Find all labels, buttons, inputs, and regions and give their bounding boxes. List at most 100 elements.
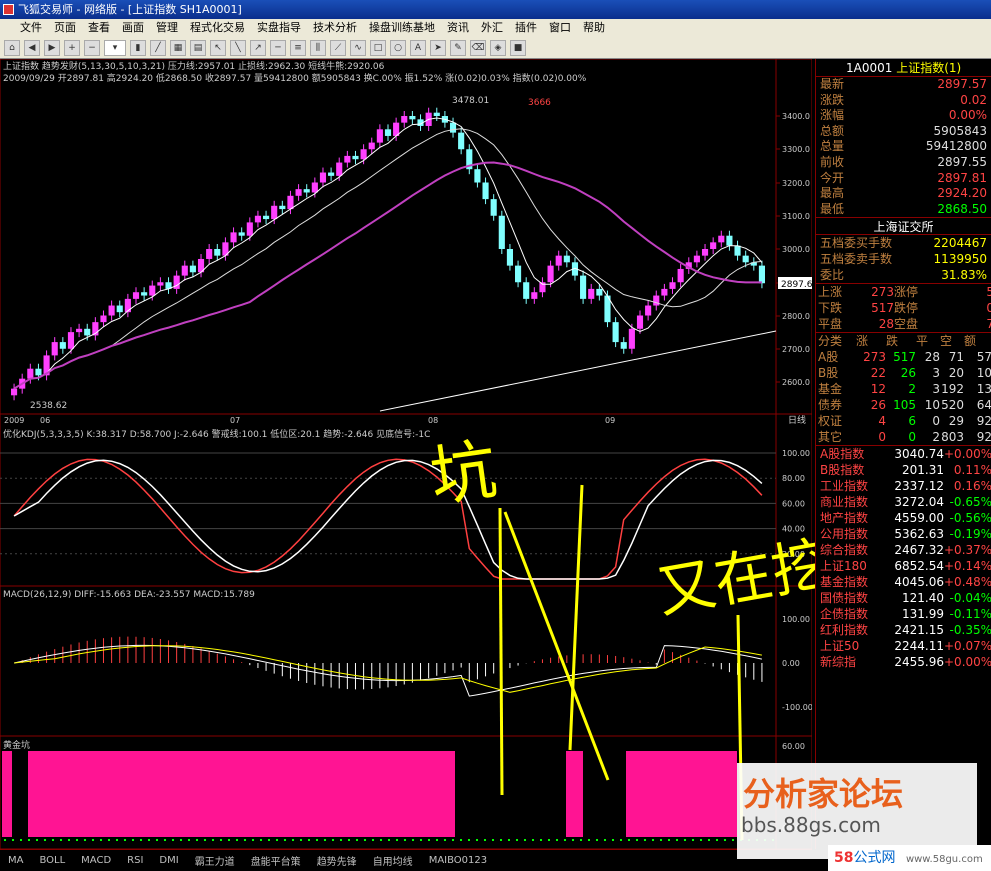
index-row[interactable]: 国债指数 121.40 -0.04% [816,590,991,606]
text-icon[interactable]: A [410,39,426,56]
table-cell: 基金 [818,382,843,397]
table-cell: 520 [941,398,964,413]
index-row[interactable]: B股指数 201.31 0.11% [816,462,991,478]
index-row[interactable]: 新综指 2455.96 +0.00% [816,654,991,670]
tab-dmi[interactable]: DMI [151,855,186,866]
color-icon[interactable]: ◈ [490,39,506,56]
index-row[interactable]: 企债指数 131.99 -0.11% [816,606,991,622]
circle-icon[interactable]: ○ [390,39,406,56]
index-row[interactable]: 地产指数 4559.00 -0.56% [816,510,991,526]
gold-dot [532,839,534,841]
candle-icon[interactable]: ▮ [130,39,146,56]
pen-icon[interactable]: ✎ [450,39,466,56]
table-cell: 92 [976,414,991,429]
index-row[interactable]: 上证180 6852.54 +0.14% [816,558,991,574]
menu-manage[interactable]: 管理 [150,19,184,37]
table-cell: 0 [908,430,916,445]
category-table: 分类涨跌平空额 A股 273 517 28 71 57 B股 22 26 3 20 10 基金 12 2 3 19… [816,333,991,445]
quote-value: 2924.20 [937,186,987,201]
kdj-label: 100.00 [782,449,810,458]
tab-panneng[interactable]: 盘能平台策 [243,853,309,868]
exchange-title: 上海证交所 [816,217,991,236]
rect-icon[interactable]: □ [370,39,386,56]
draw-line-icon[interactable]: ╲ [230,39,246,56]
gold-dot [164,839,166,841]
table-cell: 4 [878,414,886,429]
menu-training[interactable]: 操盘训练基地 [363,19,441,37]
back-icon[interactable]: ◀ [24,39,40,56]
index-row[interactable]: 红利指数 2421.15 -0.35% [816,622,991,638]
candle-body [474,169,481,183]
order-row: 五档委卖手数 1139950 [816,251,991,267]
adjust-select[interactable]: ▾ [104,39,126,56]
line-icon[interactable]: ╱ [150,39,166,56]
menu-program-trading[interactable]: 程式化交易 [184,19,251,37]
tab-macd[interactable]: MACD [73,855,119,866]
quote-panel: 1A0001 上证指数(1) 最新 2897.57 涨跌 0.02 涨幅 0.00% 总额 5… [815,59,991,849]
hline-icon[interactable]: ─ [270,39,286,56]
kdj-line [13,458,763,580]
quote-label: 最高 [820,186,845,201]
order-label: 五档委买手数 [820,236,893,251]
print-icon[interactable]: ▤ [190,39,206,56]
grid-icon[interactable]: ▦ [170,39,186,56]
ray-icon[interactable]: ↗ [250,39,266,56]
menu-tech-analysis[interactable]: 技术分析 [307,19,363,37]
menu-help[interactable]: 帮助 [577,19,611,37]
menu-window[interactable]: 窗口 [543,19,577,37]
tab-ma[interactable]: MA [0,855,31,866]
candle-body [352,155,359,160]
zoom-out-icon[interactable]: − [84,39,100,56]
forward-icon[interactable]: ▶ [44,39,60,56]
wave-icon[interactable]: ∿ [350,39,366,56]
gold-bar [566,751,583,837]
menu-page[interactable]: 页面 [48,19,82,37]
menu-news[interactable]: 资讯 [441,19,475,37]
save-icon[interactable]: ■ [510,39,526,56]
menu-canvas[interactable]: 画面 [116,19,150,37]
menu-file[interactable]: 文件 [14,19,48,37]
index-row[interactable]: 综合指数 2467.32 +0.37% [816,542,991,558]
tab-trend[interactable]: 趋势先锋 [309,853,365,868]
index-value: 121.40 [902,591,944,606]
index-name: 红利指数 [820,623,869,638]
index-row[interactable]: 公用指数 5362.63 -0.19% [816,526,991,542]
chart-svg[interactable]: 上证指数 趋势发财(5,13,30,5,10,3,21) 压力线:2957.01… [0,58,813,850]
fib-icon[interactable]: ⫼ [310,39,326,56]
menu-forex[interactable]: 外汇 [475,19,509,37]
tab-rsi[interactable]: RSI [119,855,151,866]
candle-body [710,242,717,249]
index-row[interactable]: 基金指数 4045.06 +0.48% [816,574,991,590]
candle-body [254,215,261,223]
eraser-icon[interactable]: ⌫ [470,39,486,56]
menu-plugins[interactable]: 插件 [509,19,543,37]
tab-custom-ma[interactable]: 自用均线 [365,853,421,868]
menu-live-guide[interactable]: 实盘指导 [251,19,307,37]
zoom-in-icon[interactable]: + [64,39,80,56]
index-row[interactable]: 商业指数 3272.04 -0.65% [816,494,991,510]
candle-body [295,189,302,196]
order-row: 委比 31.83% [816,267,991,283]
pointer-icon[interactable]: ↖ [210,39,226,56]
index-change: +0.00% [944,655,991,670]
fan-icon[interactable]: ⟋ [330,39,346,56]
gold-dot [564,839,566,841]
channel-icon[interactable]: ≡ [290,39,306,56]
home-icon[interactable]: ⌂ [4,39,20,56]
tab-maibo[interactable]: MAIBO0123 [421,855,495,866]
candle-body [376,129,383,143]
candle-body [328,172,335,176]
index-row[interactable]: A股指数 3040.74 +0.00% [816,446,991,462]
tab-boll[interactable]: BOLL [31,855,73,866]
gold-dot [140,839,142,841]
kdj-label: 80.00 [782,474,805,483]
menu-view[interactable]: 查看 [82,19,116,37]
index-row[interactable]: 工业指数 2337.12 0.16% [816,478,991,494]
quote-value: 2868.50 [937,201,987,216]
order-book: 五档委买手数 2204467 五档委卖手数 1139950 委比 31.83% [816,235,991,283]
gold-dot [372,839,374,841]
quote-row: 最新 2897.57 [816,77,991,93]
arrow-icon[interactable]: ➤ [430,39,446,56]
index-row[interactable]: 上证50 2244.11 +0.07% [816,638,991,654]
tab-bawang[interactable]: 霸王力道 [187,853,243,868]
